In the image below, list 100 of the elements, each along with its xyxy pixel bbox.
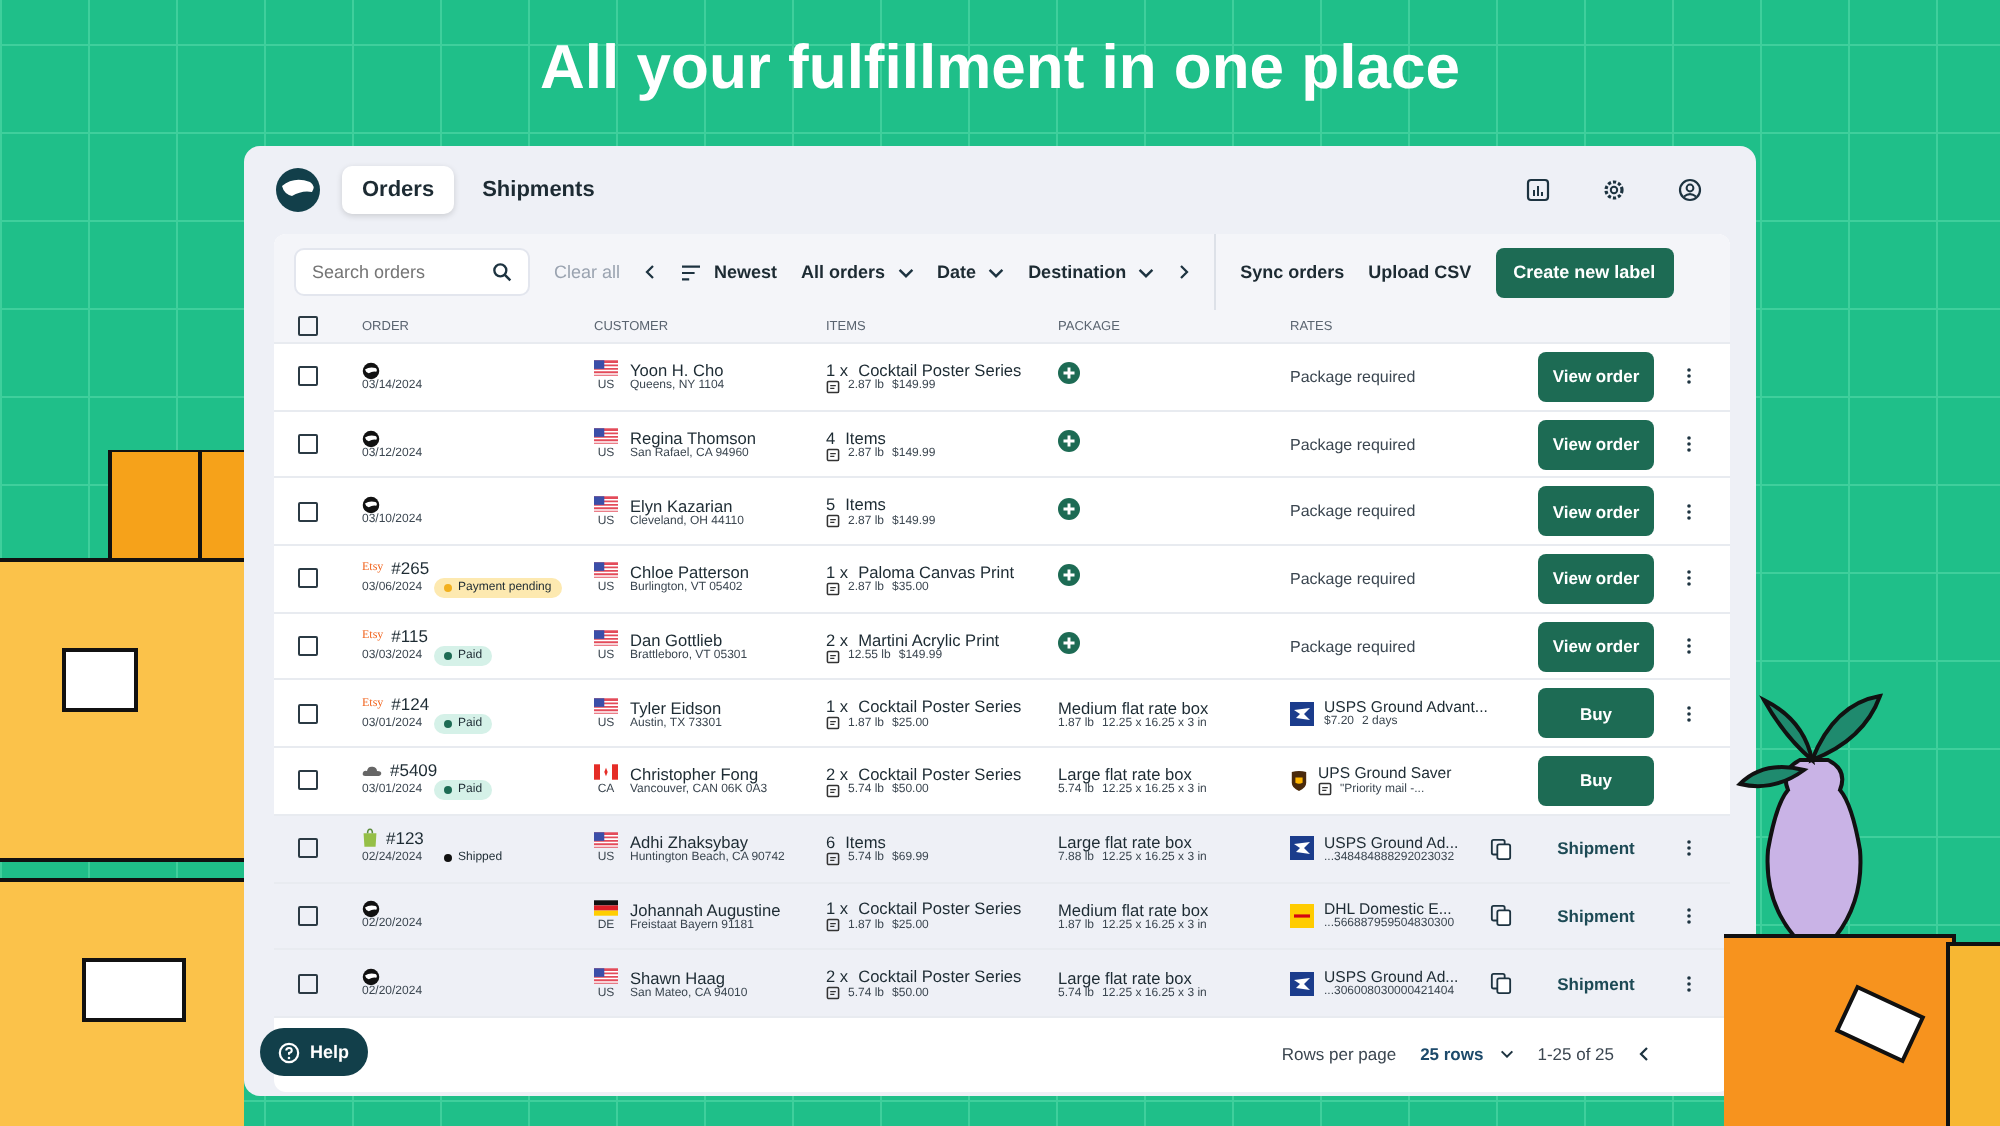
item-quantity: 6 <box>826 831 836 852</box>
checkbox[interactable] <box>298 366 318 387</box>
flag-icon <box>594 697 618 714</box>
action-button[interactable]: Buy <box>1538 688 1654 739</box>
more-icon[interactable] <box>1685 703 1691 724</box>
shipment-link[interactable]: Shipment <box>1538 838 1654 859</box>
create-label-button[interactable]: Create new label <box>1495 247 1674 297</box>
tab[interactable]: Shipments <box>462 166 615 214</box>
flag-icon <box>594 428 618 445</box>
more-icon[interactable] <box>1685 434 1691 455</box>
add-icon[interactable] <box>1058 564 1080 587</box>
logo-icon <box>362 496 380 515</box>
flag-icon <box>594 764 618 781</box>
action-button[interactable]: View order <box>1538 419 1654 470</box>
caret-icon <box>988 267 1005 277</box>
action-button[interactable]: Buy <box>1538 755 1654 806</box>
checkbox[interactable] <box>298 501 318 522</box>
order-number: #124 <box>391 693 430 714</box>
checkbox[interactable] <box>298 316 318 336</box>
package-name: Medium flat rate box <box>1058 697 1211 718</box>
sort-icon <box>680 263 703 281</box>
filter-dropdown[interactable]: Date <box>937 262 1005 282</box>
eagle-logo-icon <box>1290 836 1314 861</box>
note-icon <box>826 379 840 394</box>
item-title: Paloma Canvas Print <box>858 561 1015 582</box>
action-button[interactable]: View order <box>1538 351 1654 402</box>
tab[interactable]: Orders <box>342 166 455 214</box>
filter-dropdown[interactable]: Destination <box>1028 262 1155 282</box>
toolbar-button[interactable]: Sync orders <box>1240 262 1345 282</box>
checkbox[interactable] <box>298 636 318 657</box>
customer-name: Yoon H. Cho <box>630 360 725 381</box>
checkbox[interactable] <box>298 973 318 994</box>
more-icon[interactable] <box>1685 501 1691 522</box>
copy-icon[interactable] <box>1490 904 1512 927</box>
action-button[interactable]: View order <box>1538 486 1654 537</box>
toolbar-button[interactable]: Upload CSV <box>1368 262 1472 282</box>
flag-icon <box>594 967 618 984</box>
more-icon[interactable] <box>1685 568 1691 589</box>
item-quantity: 1 x <box>826 561 849 582</box>
action-button[interactable]: View order <box>1538 553 1654 604</box>
rate-status: Package required <box>1290 367 1416 386</box>
checkbox[interactable] <box>298 770 318 791</box>
action-button[interactable]: View order <box>1538 621 1654 672</box>
more-icon[interactable] <box>1685 838 1691 859</box>
status-dot <box>444 652 453 661</box>
shipment-link[interactable]: Shipment <box>1538 905 1654 926</box>
help-button[interactable]: Help <box>260 1028 368 1076</box>
order-number: #5409 <box>390 760 438 781</box>
customer-name: Shawn Haag <box>630 967 726 988</box>
item-title: Cocktail Poster Series <box>858 898 1022 919</box>
add-icon[interactable] <box>1058 632 1080 655</box>
checkbox[interactable] <box>298 838 318 859</box>
rows-per-page-dropdown[interactable]: 25 rows <box>1420 1044 1514 1065</box>
logo-icon <box>362 968 380 987</box>
customer-name: Adhi Zhaksybay <box>630 832 751 853</box>
chevron-right-icon[interactable] <box>1178 264 1191 280</box>
more-icon[interactable] <box>1685 973 1691 994</box>
rate-status: Package required <box>1290 502 1416 521</box>
filter-dropdown[interactable]: All orders <box>801 262 914 282</box>
item-quantity: 1 x <box>826 696 849 717</box>
checkbox[interactable] <box>298 434 318 455</box>
item-quantity: 1 x <box>826 359 849 380</box>
logo-icon[interactable] <box>274 166 322 214</box>
add-icon[interactable] <box>1058 362 1080 385</box>
chevron-left-icon[interactable] <box>644 264 657 280</box>
more-icon[interactable] <box>1685 905 1691 926</box>
item-title: Martini Acrylic Print <box>858 629 1000 650</box>
checkbox[interactable] <box>298 703 318 724</box>
search-icon[interactable] <box>492 262 512 282</box>
chevron-left-icon[interactable] <box>1638 1046 1650 1063</box>
headline: All your fulfillment in one place <box>538 30 1462 106</box>
note-icon <box>826 986 840 1001</box>
rate-status: Package required <box>1290 569 1416 588</box>
order-number: #115 <box>391 626 428 647</box>
settings-icon[interactable] <box>1602 178 1626 202</box>
checkbox[interactable] <box>298 905 318 926</box>
item-quantity: 2 x <box>826 763 849 784</box>
more-icon[interactable] <box>1685 636 1691 657</box>
status-dot <box>444 584 453 593</box>
sort-button[interactable]: Newest <box>680 262 778 282</box>
note-icon <box>1318 782 1332 797</box>
caret-icon <box>1138 267 1155 277</box>
report-icon[interactable] <box>1526 178 1550 202</box>
status-dot <box>444 719 453 728</box>
shipment-link[interactable]: Shipment <box>1538 973 1654 994</box>
item-title: Items <box>845 427 886 448</box>
item-quantity: 4 <box>826 427 836 448</box>
dhl-logo-icon <box>1290 903 1314 928</box>
copy-icon[interactable] <box>1490 972 1512 995</box>
search-field[interactable]: Search orders <box>294 248 530 296</box>
flag-icon <box>594 899 618 916</box>
copy-icon[interactable] <box>1490 837 1512 860</box>
more-icon[interactable] <box>1685 366 1691 387</box>
add-icon[interactable] <box>1058 497 1080 520</box>
bag-icon <box>362 828 378 849</box>
account-icon[interactable] <box>1678 178 1702 202</box>
add-icon[interactable] <box>1058 430 1080 453</box>
checkbox[interactable] <box>298 568 318 589</box>
item-title: Cocktail Poster Series <box>858 696 1022 717</box>
page-range: 1-25 of 25 <box>1537 1044 1614 1065</box>
